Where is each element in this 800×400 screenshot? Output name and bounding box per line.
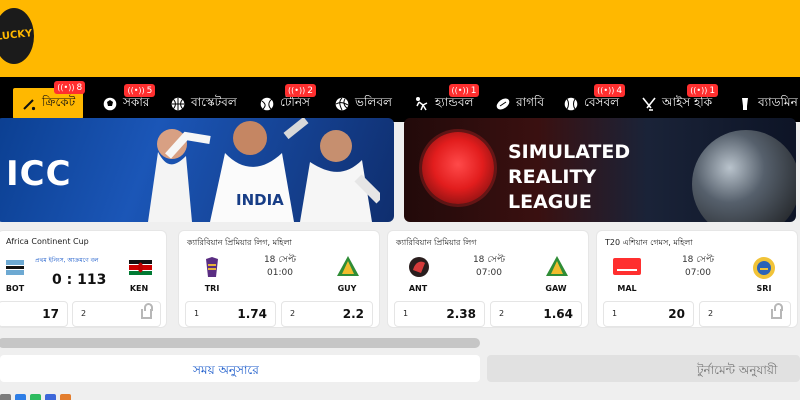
- team-b-name: GAW: [545, 284, 567, 293]
- tab-by-tournament[interactable]: টুর্নামেন্ট অনুযায়ী: [487, 355, 800, 382]
- nav-item-soccer[interactable]: সকার ((•)) 5: [102, 84, 156, 116]
- nav-item-cricket[interactable]: ক্রিকেট ((•)) 8: [13, 81, 86, 119]
- botswana-flag-icon: [6, 260, 24, 275]
- nav-label-baseball: বেসবল: [584, 95, 620, 109]
- nav-item-badminton[interactable]: ব্যাডমিন: [737, 92, 798, 116]
- cricketers-image: INDIA: [148, 118, 380, 222]
- baseball-icon: [564, 97, 578, 111]
- nav-item-volleyball[interactable]: ভলিবল: [334, 92, 392, 116]
- lock-icon: [141, 303, 153, 319]
- basketball-icon: [171, 97, 185, 111]
- team-a-name: TRI: [204, 284, 220, 293]
- nav-item-basketball[interactable]: বাস্কেটবল: [170, 92, 237, 116]
- tab-by-tournament-label: টুর্নামেন্ট অনুযায়ী: [697, 363, 778, 377]
- badminton-icon: [742, 98, 748, 110]
- soccer-icon: [103, 97, 117, 111]
- nav-item-tennis[interactable]: টেনিস ((•)) 2: [259, 84, 316, 116]
- match-league: Africa Continent Cup: [6, 237, 89, 246]
- match-league: ক্যারিবিয়ান প্রিমিয়ার লিগ, মহিলা: [187, 238, 292, 247]
- srl-logo: [422, 132, 494, 204]
- tri-logo-icon: [206, 257, 218, 277]
- badge-handball: ((•)) 1: [448, 84, 480, 97]
- odds-button-1[interactable]: 1 20: [603, 301, 694, 327]
- gaw-logo-icon: [546, 256, 568, 276]
- team-a-name: BOT: [5, 284, 25, 293]
- nav-label-cricket: ক্রিকেট: [42, 94, 76, 109]
- cricket-icon: [23, 98, 36, 110]
- odds-button-2[interactable]: 2 1.64: [490, 301, 582, 327]
- match-league: ক্যারিবিয়ান প্রিমিয়ার লিগ: [396, 238, 477, 247]
- icc-logo: ICC: [6, 154, 72, 194]
- odds-button-1[interactable]: 1 1.74: [185, 301, 276, 327]
- settings-icon: [60, 394, 71, 400]
- match-card-tri-guy[interactable]: ক্যারিবিয়ান প্রিমিয়ার লিগ, মহিলা TRI 1…: [178, 230, 380, 328]
- guy-logo-icon: [337, 256, 359, 276]
- nav-label-handball: হ্যান্ডবল: [435, 95, 474, 109]
- team-b-name: KEN: [129, 284, 149, 293]
- ice-hockey-icon: [642, 97, 656, 111]
- handball-icon: [416, 97, 428, 111]
- svg-text:INDIA: INDIA: [236, 191, 284, 209]
- match-league: T20 এশিয়ান গেমস, মহিলা: [605, 238, 693, 247]
- matches-scrollbar[interactable]: [0, 338, 480, 348]
- srl-title: SIMULATED REALITY LEAGUE: [508, 141, 631, 213]
- brand-logo[interactable]: LUCKY: [0, 8, 34, 64]
- match-time: 18 সেপ্ট 07:00: [472, 255, 506, 278]
- nav-label-badminton: ব্যাডমিন: [758, 95, 798, 109]
- team-a-name: ANT: [408, 284, 428, 293]
- sri-logo-icon: [753, 257, 775, 279]
- info-icon: [15, 394, 26, 400]
- brand-text: LUCKY: [0, 28, 33, 43]
- match-time: 18 সেপ্ট 07:00: [681, 255, 715, 278]
- tab-by-time-label: সময় অনুসারে: [193, 363, 259, 377]
- lock-icon: [771, 303, 783, 319]
- nav-label-rugby: রাগবি: [516, 95, 545, 109]
- nav-label-volleyball: ভলিবল: [355, 95, 392, 109]
- nav-label-tennis: টেনিস: [280, 95, 310, 109]
- team-b-name: SRI: [756, 284, 772, 293]
- nav-label-ice-hockey: আইস হকি: [662, 95, 713, 109]
- badge-baseball: ((•)) 4: [594, 84, 626, 97]
- sports-navbar: ক্রিকেট ((•)) 8 সকার ((•)) 5 বাস্কেটবল টেন…: [0, 77, 800, 122]
- odds-button-2[interactable]: 2: [72, 301, 161, 327]
- badge-cricket: ((•)) 8: [54, 81, 86, 94]
- nav-label-soccer: সকার: [123, 95, 150, 109]
- match-score: 0 : 113: [52, 272, 107, 288]
- nav-item-handball[interactable]: হ্যান্ডবল ((•)) 1: [414, 84, 480, 116]
- list-icon: [0, 394, 11, 400]
- odds-button-1[interactable]: 1 2.38: [394, 301, 485, 327]
- odds-button-1[interactable]: 17: [0, 301, 68, 327]
- badge-ice-hockey: ((•)) 1: [687, 84, 719, 97]
- page: LUCKY ক্রিকেট ((•)) 8 সকার ((•)) 5 বাস্কেট…: [0, 0, 800, 400]
- header-bar: LUCKY: [0, 0, 800, 77]
- kenya-flag-icon: [129, 260, 152, 275]
- badge-tennis: ((•)) 2: [285, 84, 316, 97]
- match-card-bot-ken[interactable]: Africa Continent Cup প্রথম ইনিংস, আক্রমণ…: [0, 230, 167, 328]
- badge-soccer: ((•)) 5: [124, 84, 156, 97]
- team-a-name: MAL: [617, 284, 637, 293]
- facebook-icon: [45, 394, 56, 400]
- odds-button-2[interactable]: 2: [699, 301, 791, 327]
- tab-by-time[interactable]: সময় অনুসারে: [0, 355, 480, 382]
- odds-button-2[interactable]: 2 2.2: [281, 301, 373, 327]
- nav-item-ice-hockey[interactable]: আইস হকি ((•)) 1: [641, 84, 719, 116]
- nav-item-rugby[interactable]: রাগবি: [495, 92, 544, 116]
- bottom-icon-strip: [0, 394, 71, 400]
- nav-item-baseball[interactable]: বেসবল ((•)) 4: [563, 84, 626, 116]
- team-b-name: GUY: [337, 284, 357, 293]
- icc-banner[interactable]: ICC INDIA: [0, 118, 394, 222]
- volleyball-icon: [335, 97, 349, 111]
- match-card-mal-sri[interactable]: T20 এশিয়ান গেমস, মহিলা MAL 18 সেপ্ট 07:0…: [596, 230, 798, 328]
- tennis-icon: [260, 97, 274, 111]
- simulated-reality-league-banner[interactable]: SIMULATED REALITY LEAGUE: [404, 118, 796, 222]
- match-card-ant-gaw[interactable]: ক্যারিবিয়ান প্রিমিয়ার লিগ ANT 18 সেপ্ট…: [387, 230, 589, 328]
- chat-icon: [30, 394, 41, 400]
- nav-label-basketball: বাস্কেটবল: [191, 95, 237, 109]
- rugby-icon: [496, 98, 510, 110]
- cricket-ball-image: [692, 130, 796, 222]
- match-status: প্রথম ইনিংস, আক্রমণে বল: [35, 257, 99, 264]
- mal-logo-icon: [613, 258, 641, 275]
- match-time: 18 সেপ্ট 01:00: [263, 255, 297, 278]
- ant-logo-icon: [409, 257, 429, 277]
